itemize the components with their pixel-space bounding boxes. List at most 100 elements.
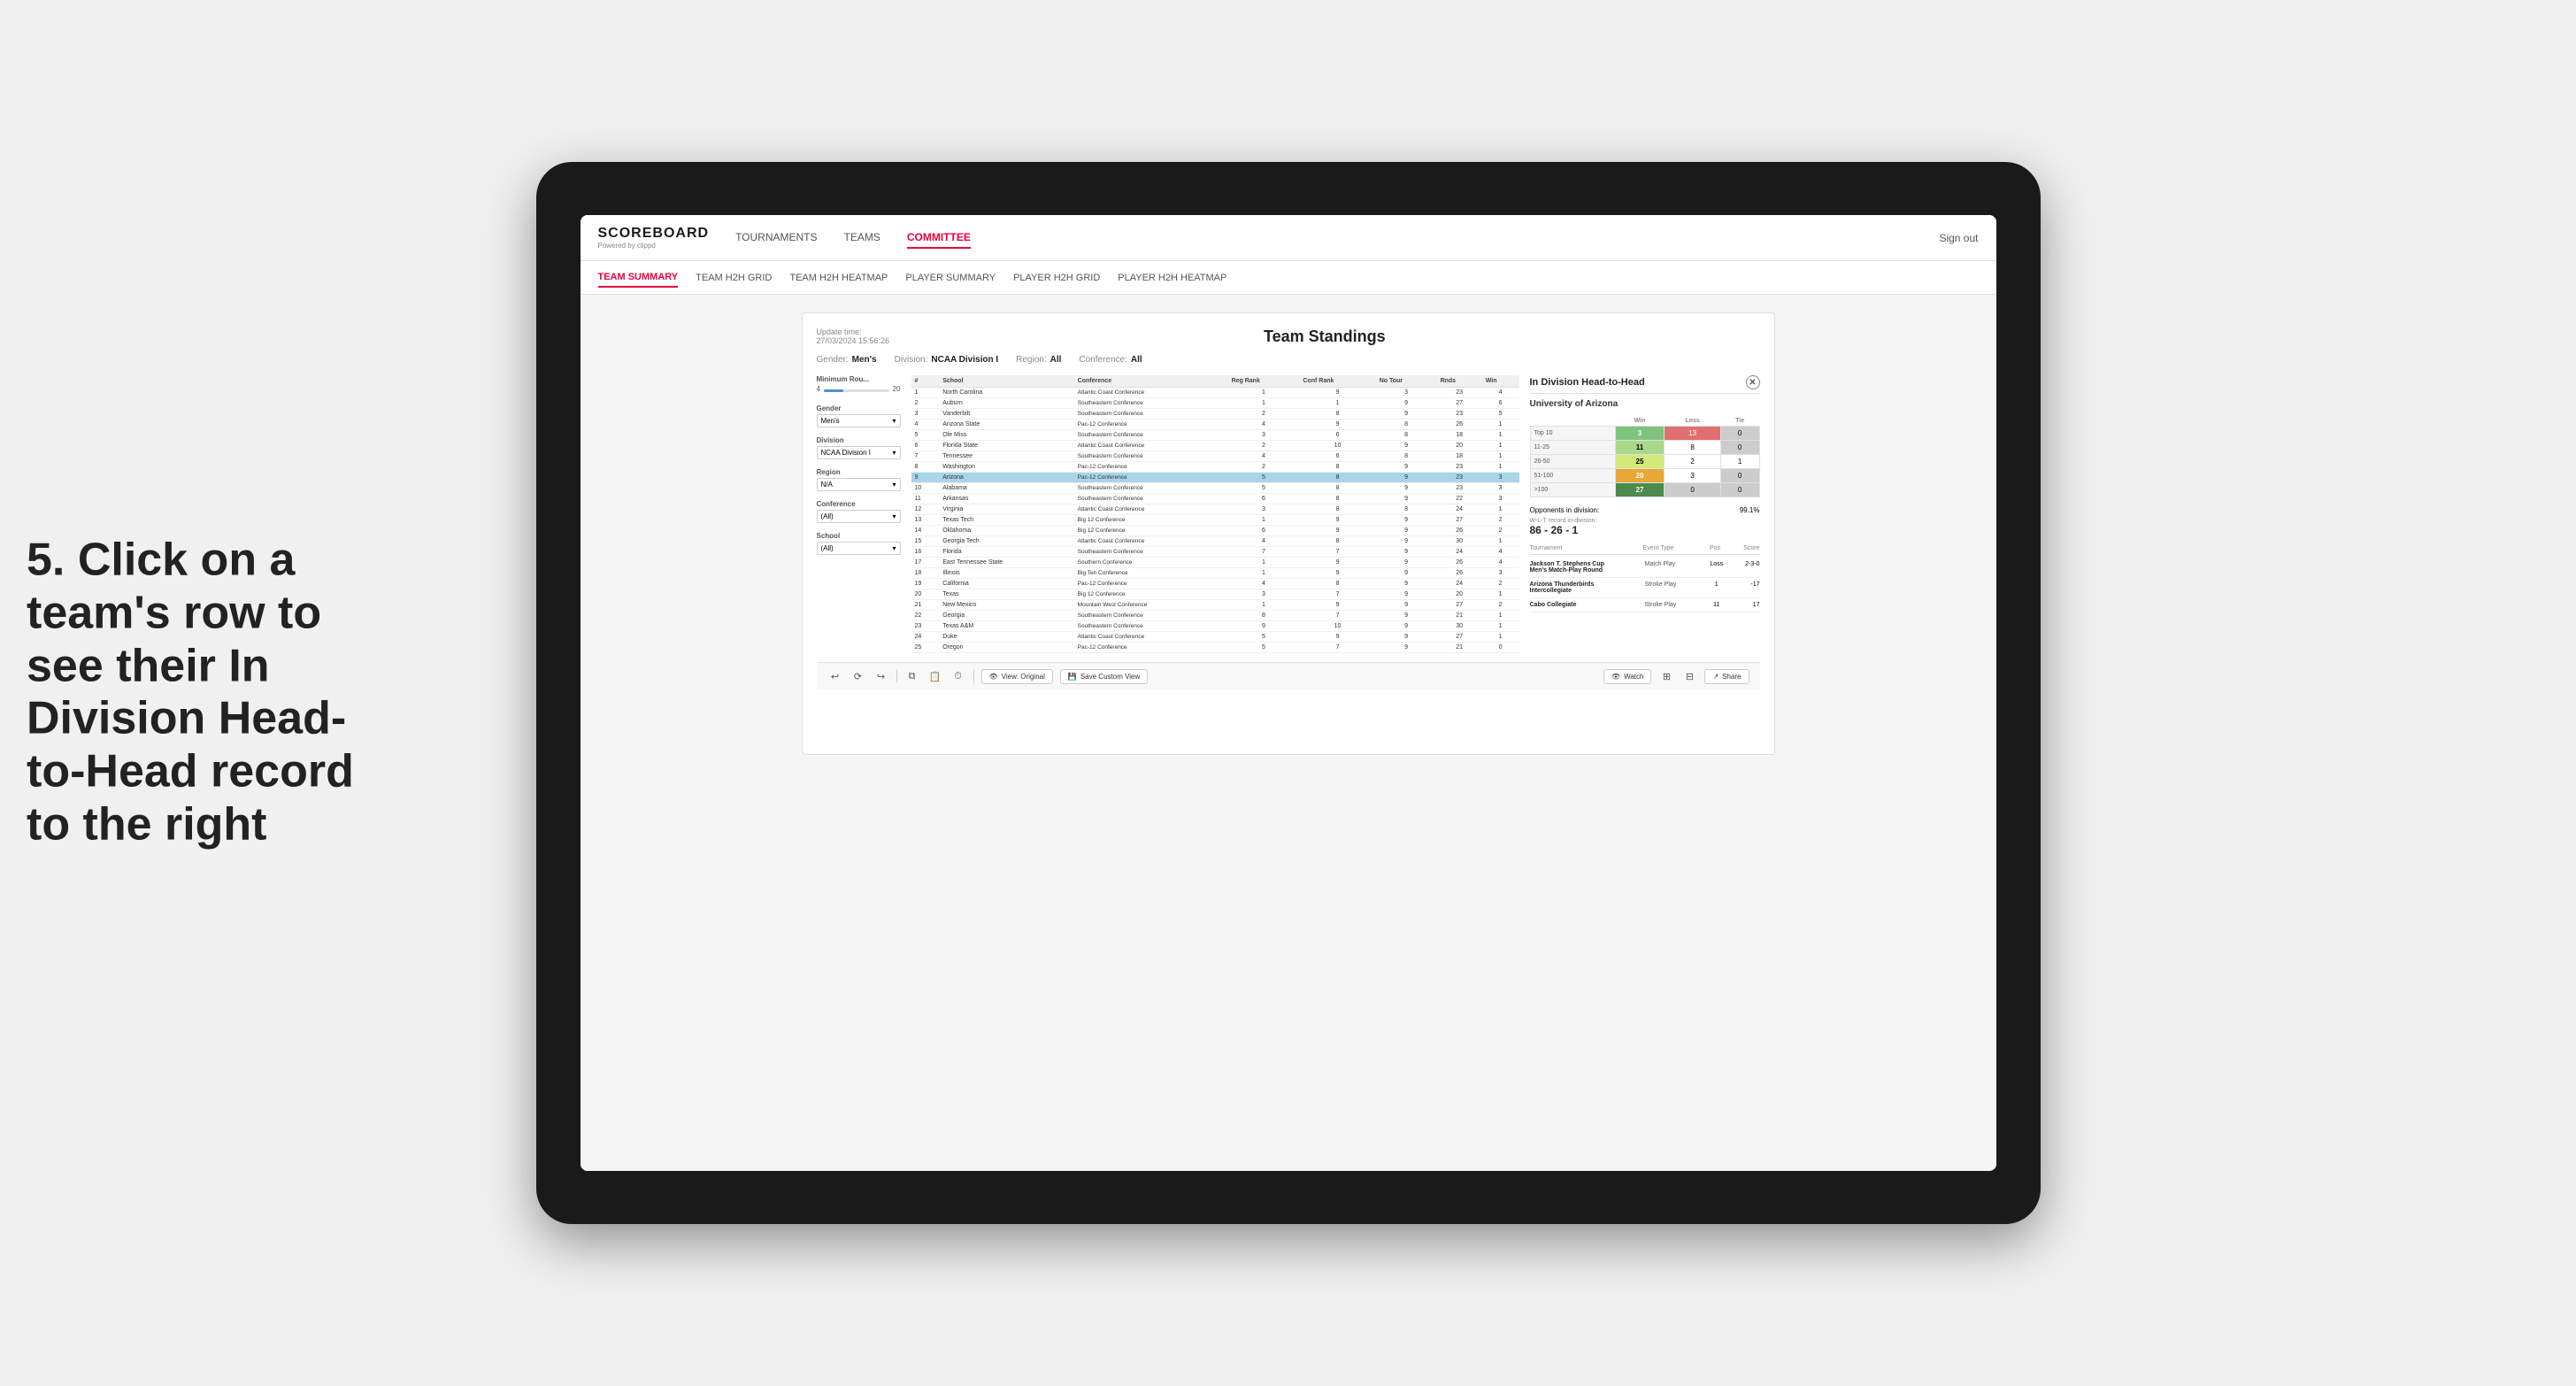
table-row[interactable]: 10 Alabama Southeastern Conference 5 8 9…: [911, 483, 1519, 494]
cell-rank: 22: [911, 611, 940, 621]
cell-reg-rank: 5: [1228, 483, 1300, 494]
region-control[interactable]: N/A ▾: [817, 478, 901, 491]
sub-nav-team-summary[interactable]: TEAM SUMMARY: [598, 268, 679, 288]
table-row[interactable]: 2 Auburn Southeastern Conference 1 1 9 2…: [911, 398, 1519, 409]
close-button[interactable]: ✕: [1746, 375, 1760, 389]
table-row[interactable]: 9 Arizona Pac-12 Conference 5 8 9 23 3: [911, 473, 1519, 483]
record-row: W-L-T record in-division: 86 - 26 - 1: [1530, 518, 1760, 536]
table-row[interactable]: 25 Oregon Pac-12 Conference 5 7 9 21 0: [911, 643, 1519, 653]
nav-committee[interactable]: COMMITTEE: [907, 227, 971, 249]
cell-school: North Carolina: [939, 388, 1073, 398]
cell-conf-rank: 7: [1299, 611, 1375, 621]
layout-icon[interactable]: ⊟: [1681, 668, 1697, 684]
nav-tournaments[interactable]: TOURNAMENTS: [735, 227, 817, 249]
cell-win: 5: [1482, 409, 1519, 420]
sign-out-button[interactable]: Sign out: [1939, 232, 1978, 244]
table-row[interactable]: 15 Georgia Tech Atlantic Coast Conferenc…: [911, 536, 1519, 547]
cell-win: 2: [1482, 600, 1519, 611]
h2h-row: >100 27 0 0: [1530, 483, 1759, 497]
sub-nav-player-summary[interactable]: PLAYER SUMMARY: [905, 269, 996, 287]
tournaments-section: Tournament Event Type Pos Score Jackson …: [1530, 545, 1760, 612]
left-panel: Minimum Rou... 4 20 Gender: [817, 375, 901, 653]
tablet-screen: SCOREBOARD Powered by clippd TOURNAMENTS…: [581, 215, 1996, 1171]
cell-school: Ole Miss: [939, 430, 1073, 441]
school-control[interactable]: (All) ▾: [817, 542, 901, 555]
cell-rnds: 27: [1437, 600, 1482, 611]
share-button[interactable]: ↗ Share: [1704, 669, 1749, 684]
conference-section-label: Conference: [817, 500, 901, 508]
h2h-col-blank: [1530, 416, 1615, 427]
table-row[interactable]: 5 Ole Miss Southeastern Conference 3 6 8…: [911, 430, 1519, 441]
cell-reg-rank: 3: [1228, 430, 1300, 441]
school-section: School (All) ▾: [817, 532, 901, 555]
min-rou-section: Minimum Rou... 4 20: [817, 375, 901, 396]
cell-school: Arkansas: [939, 494, 1073, 504]
sub-nav-team-h2h-grid[interactable]: TEAM H2H GRID: [696, 269, 772, 287]
cell-reg-rank: 5: [1228, 632, 1300, 643]
clock-icon[interactable]: ⏱: [950, 668, 966, 684]
table-row[interactable]: 7 Tennessee Southeastern Conference 4 6 …: [911, 451, 1519, 462]
cell-conference: Big 12 Conference: [1074, 526, 1228, 536]
table-row[interactable]: 16 Florida Southeastern Conference 7 7 9…: [911, 547, 1519, 558]
cell-school: Vanderbilt: [939, 409, 1073, 420]
forward-icon[interactable]: ↪: [873, 668, 889, 684]
table-row[interactable]: 4 Arizona State Pac-12 Conference 4 9 8 …: [911, 420, 1519, 430]
redo-icon[interactable]: ⟳: [850, 668, 866, 684]
table-row[interactable]: 12 Virginia Atlantic Coast Conference 3 …: [911, 504, 1519, 515]
table-row[interactable]: 20 Texas Big 12 Conference 3 7 9 20 1: [911, 589, 1519, 600]
table-row[interactable]: 23 Texas A&M Southeastern Conference 9 1…: [911, 621, 1519, 632]
cell-conf-rank: 9: [1299, 388, 1375, 398]
undo-icon[interactable]: ↩: [827, 668, 843, 684]
table-row[interactable]: 18 Illinois Big Ten Conference 1 9 9 26 …: [911, 568, 1519, 579]
cell-reg-rank: 1: [1228, 398, 1300, 409]
tablet-frame: SCOREBOARD Powered by clippd TOURNAMENTS…: [536, 162, 2041, 1224]
conference-control[interactable]: (All) ▾: [817, 510, 901, 523]
sub-nav-player-h2h-grid[interactable]: PLAYER H2H GRID: [1013, 269, 1100, 287]
view-original-button[interactable]: 👁 View: Original: [981, 669, 1053, 684]
table-row[interactable]: 1 North Carolina Atlantic Coast Conferen…: [911, 388, 1519, 398]
gender-control[interactable]: Men's ▾: [817, 414, 901, 427]
copy-icon[interactable]: ⧉: [904, 668, 920, 684]
cell-school: Alabama: [939, 483, 1073, 494]
cell-rank: 10: [911, 483, 940, 494]
cell-school: Illinois: [939, 568, 1073, 579]
cell-conf-rank: 8: [1299, 409, 1375, 420]
table-row[interactable]: 8 Washington Pac-12 Conference 2 8 9 23 …: [911, 462, 1519, 473]
table-row[interactable]: 14 Oklahoma Big 12 Conference 6 9 9 26 2: [911, 526, 1519, 536]
division-label: Division:: [895, 355, 928, 365]
cell-reg-rank: 6: [1228, 526, 1300, 536]
cell-no-tour: 8: [1376, 430, 1437, 441]
table-row[interactable]: 22 Georgia Southeastern Conference 8 7 9…: [911, 611, 1519, 621]
watch-button[interactable]: 👁 Watch: [1603, 669, 1652, 684]
table-row[interactable]: 19 California Pac-12 Conference 4 8 9 24…: [911, 579, 1519, 589]
cell-rank: 18: [911, 568, 940, 579]
table-row[interactable]: 17 East Tennessee State Southern Confere…: [911, 558, 1519, 568]
paste-icon[interactable]: 📋: [927, 668, 943, 684]
tournament-item: Arizona Thunderbirds Intercollegiate Str…: [1530, 578, 1760, 598]
division-control[interactable]: NCAA Division I ▾: [817, 446, 901, 459]
table-row[interactable]: 21 New Mexico Mountain West Conference 1…: [911, 600, 1519, 611]
grid-icon[interactable]: ⊞: [1658, 668, 1674, 684]
cell-conference: Big 12 Conference: [1074, 589, 1228, 600]
cell-reg-rank: 8: [1228, 611, 1300, 621]
annotation-text: 5. Click on a team's row to see their In…: [27, 535, 398, 852]
table-row[interactable]: 6 Florida State Atlantic Coast Conferenc…: [911, 441, 1519, 451]
toolbar-sep1: [896, 669, 897, 683]
cell-rank: 13: [911, 515, 940, 526]
table-row[interactable]: 11 Arkansas Southeastern Conference 6 8 …: [911, 494, 1519, 504]
cell-reg-rank: 5: [1228, 473, 1300, 483]
cell-conference: Southeastern Conference: [1074, 547, 1228, 558]
nav-teams[interactable]: TEAMS: [844, 227, 880, 249]
table-row[interactable]: 24 Duke Atlantic Coast Conference 5 9 9 …: [911, 632, 1519, 643]
division-section-label: Division: [817, 436, 901, 444]
cell-rnds: 23: [1437, 473, 1482, 483]
sub-nav-player-h2h-heatmap[interactable]: PLAYER H2H HEATMAP: [1118, 269, 1226, 287]
tournament-name: Jackson T. Stephens Cup Men's Match-Play…: [1530, 561, 1645, 574]
save-custom-button[interactable]: 💾 Save Custom View: [1060, 669, 1148, 684]
conference-label: Conference:: [1079, 355, 1127, 365]
sub-nav-team-h2h-heatmap[interactable]: TEAM H2H HEATMAP: [789, 269, 888, 287]
opponents-row: Opponents in division: 99.1%: [1530, 506, 1760, 514]
h2h-cell-loss: 13: [1665, 427, 1720, 441]
table-row[interactable]: 13 Texas Tech Big 12 Conference 1 9 9 27…: [911, 515, 1519, 526]
table-row[interactable]: 3 Vanderbilt Southeastern Conference 2 8…: [911, 409, 1519, 420]
